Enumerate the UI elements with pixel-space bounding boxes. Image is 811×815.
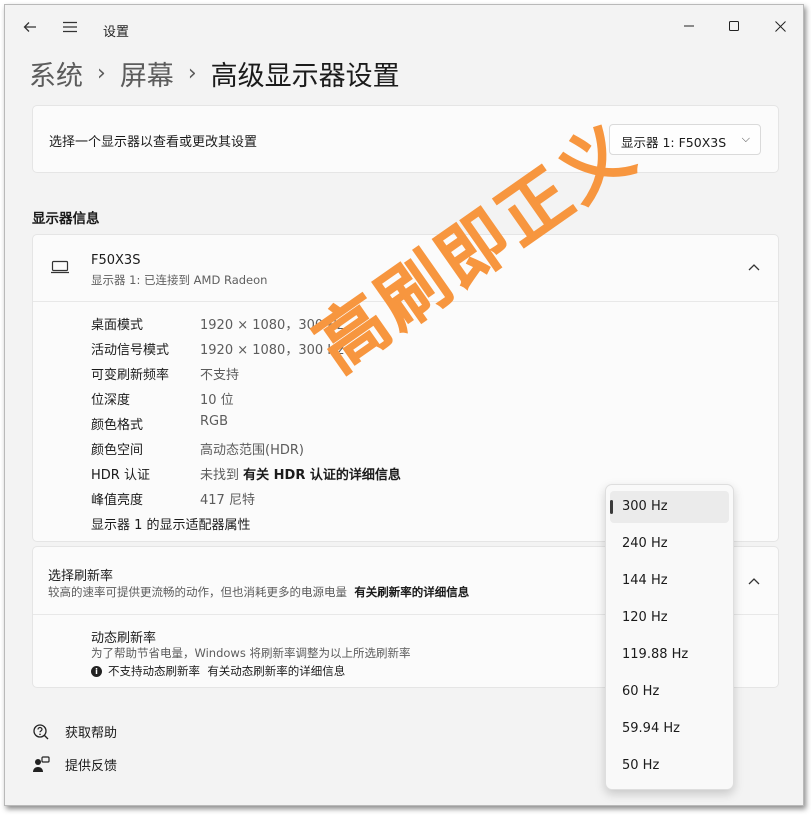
info-row: 颜色空间 高动态范围(HDR): [91, 439, 691, 459]
display-select-value: 显示器 1: F50X3S: [621, 135, 727, 150]
dynamic-refresh-title: 动态刷新率: [91, 631, 157, 646]
display-select-card: 选择一个显示器以查看或更改其设置 显示器 1: F50X3S ⌵: [32, 105, 779, 173]
maximize-icon[interactable]: [714, 11, 754, 41]
dynamic-refresh-unsupported: 不支持动态刷新率: [108, 664, 200, 678]
info-row: 位深度 10 位: [91, 389, 691, 409]
minimize-icon[interactable]: [669, 11, 709, 41]
info-row: 可变刷新频率 不支持: [91, 364, 691, 384]
refresh-option-50[interactable]: 50 Hz: [610, 750, 729, 782]
feedback-icon: [32, 755, 50, 774]
refresh-option-144[interactable]: 144 Hz: [610, 565, 729, 597]
info-value: 未找到 有关 HDR 认证的详细信息: [200, 464, 401, 483]
refresh-rate-description: 较高的速率可提供更流畅的动作，但也消耗更多的电源电量 有关刷新率的详细信息: [48, 584, 469, 600]
refresh-option-120[interactable]: 120 Hz: [610, 602, 729, 634]
info-key: 颜色空间: [91, 443, 144, 458]
hdr-status: 未找到: [200, 468, 240, 483]
info-icon: i: [91, 665, 102, 677]
info-key: 峰值亮度: [91, 493, 144, 508]
info-value: 10 位: [200, 393, 234, 408]
info-value: 高动态范围(HDR): [200, 443, 304, 458]
refresh-rate-menu: 300 Hz 240 Hz 144 Hz 120 Hz 119.88 Hz 60…: [605, 484, 734, 790]
chevron-right-icon: ›: [187, 60, 197, 86]
get-help-label: 获取帮助: [65, 726, 118, 741]
refresh-option-240[interactable]: 240 Hz: [610, 528, 729, 560]
help-icon: [32, 723, 50, 741]
feedback-link[interactable]: 提供反馈: [32, 755, 117, 774]
refresh-rate-title: 选择刷新率: [48, 569, 114, 584]
chevron-right-icon: ›: [97, 60, 106, 86]
breadcrumb-system[interactable]: 系统: [29, 54, 83, 93]
display-name: F50X3S: [91, 253, 141, 268]
display-select-label: 选择一个显示器以查看或更改其设置: [49, 135, 258, 150]
breadcrumb: 系统 › 屏幕 › 高级显示器设置: [29, 53, 400, 93]
info-row: 颜色格式 RGB: [91, 414, 691, 434]
info-value: 不支持: [200, 368, 240, 383]
title-bar: 设置: [5, 5, 803, 51]
page-title: 高级显示器设置: [210, 60, 400, 92]
get-help-link[interactable]: 获取帮助: [32, 722, 117, 741]
breadcrumb-display[interactable]: 屏幕: [120, 54, 174, 93]
info-key: 桌面模式: [91, 318, 144, 333]
hamburger-menu-icon[interactable]: [57, 14, 83, 40]
laptop-icon: [50, 259, 70, 279]
info-key: 可变刷新频率: [91, 368, 170, 383]
refresh-rate-desc-text: 较高的速率可提供更流畅的动作，但也消耗更多的电源电量: [48, 585, 347, 599]
refresh-option-59-94[interactable]: 59.94 Hz: [610, 713, 729, 745]
dynamic-refresh-note: i 不支持动态刷新率 有关动态刷新率的详细信息: [91, 663, 345, 679]
info-row: HDR 认证 未找到 有关 HDR 认证的详细信息: [91, 464, 691, 484]
feedback-label: 提供反馈: [65, 759, 118, 774]
info-key: 位深度: [91, 393, 131, 408]
dynamic-refresh-description: 为了帮助节省电量，Windows 将刷新率调整为以上所选刷新率: [91, 646, 411, 660]
chevron-down-icon: ⌵: [741, 132, 750, 145]
dynamic-refresh-details-link[interactable]: 有关动态刷新率的详细信息: [207, 663, 345, 679]
refresh-rate-details-link[interactable]: 有关刷新率的详细信息: [354, 585, 469, 599]
display-info-heading: 显示器信息: [32, 211, 100, 227]
info-key: 颜色格式: [91, 418, 144, 433]
refresh-option-300[interactable]: 300 Hz: [610, 491, 729, 523]
info-key: HDR 认证: [91, 468, 150, 483]
window-title: 设置: [103, 25, 130, 40]
chevron-up-icon[interactable]: [748, 574, 760, 589]
hdr-details-link[interactable]: 有关 HDR 认证的详细信息: [243, 468, 401, 483]
refresh-option-60[interactable]: 60 Hz: [610, 676, 729, 708]
back-arrow-icon[interactable]: [17, 14, 43, 40]
refresh-option-119-88[interactable]: 119.88 Hz: [610, 639, 729, 671]
adapter-properties-link[interactable]: 显示器 1 的显示适配器属性: [91, 514, 251, 533]
info-key: 活动信号模式: [91, 343, 170, 358]
info-value: RGB: [200, 414, 229, 429]
display-connection: 显示器 1: 已连接到 AMD Radeon: [91, 273, 268, 287]
info-row: 峰值亮度 417 尼特: [91, 489, 691, 509]
close-icon[interactable]: [760, 11, 800, 41]
info-value: 417 尼特: [200, 493, 255, 508]
chevron-up-icon[interactable]: [748, 260, 760, 275]
